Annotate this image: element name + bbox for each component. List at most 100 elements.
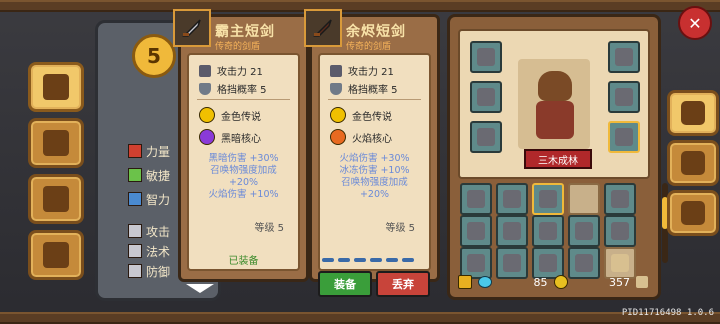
feather-icon [128,168,142,182]
lock-icon[interactable] [458,275,472,289]
stat-label: 攻击 [146,224,171,239]
equip-button[interactable]: 装备 [318,271,372,297]
tab-pets[interactable] [28,174,84,224]
tab-helmet[interactable] [28,230,84,280]
dagger-icon [615,128,633,146]
item-details: 攻击力 21 格挡概率 5 金色传说 火焰核心 火焰伤害 +30% 冰冻伤害 +… [318,53,431,271]
build-id: PID11716498 1.0.6 [621,308,714,318]
scroll-icon [636,276,648,288]
crossed-swords-icon [611,222,629,240]
scroll-icon [611,254,629,272]
sword-icon [128,224,142,238]
crossed-swords-icon [681,151,705,175]
fire-core-icon [330,129,346,145]
left-tab-column [28,62,90,286]
slot-weapon[interactable] [608,121,640,153]
scroll-down-icon[interactable] [186,284,214,293]
attack-text: 攻击力 21 [348,67,394,78]
stat-label: 敏捷 [146,168,171,183]
enhance-slider[interactable] [322,256,426,264]
book-icon [43,74,69,100]
helmet-icon [615,48,633,66]
effects-list: 黑暗伤害 +30% 召唤物强度加成 +20% 火焰伤害 +10% [189,153,298,201]
slot-ring[interactable] [470,81,502,113]
inventory-slot[interactable] [532,215,564,247]
inventory-slot[interactable] [532,183,564,215]
sword-icon [611,190,629,208]
item-details: 攻击力 21 格挡概率 5 金色传说 黑暗核心 黑暗伤害 +30% 召唤物强度加… [187,53,300,271]
set-line: 金色传说 [330,107,392,123]
parry-text: 格挡概率 5 [217,85,267,96]
effect-line: 火焰伤害 +30% [339,153,410,164]
core-text: 火焰核心 [352,133,392,145]
effect-line: 黑暗伤害 +30% [208,153,279,164]
inventory-slot[interactable] [460,183,492,215]
set-text: 金色传说 [221,111,261,123]
set-line: 金色传说 [199,107,261,123]
inventory-slot[interactable] [460,215,492,247]
inventory-slot[interactable] [604,215,636,247]
shield-icon [330,82,342,95]
sword-icon [467,222,485,240]
bone-icon [467,190,485,208]
compare-item-card: 余烬短剑 传奇的剑盾 攻击力 21 格挡概率 5 金色传说 火焰核心 火焰伤害 … [304,9,440,282]
stat-label: 智力 [146,192,171,207]
item-level: 等级 5 [254,223,284,234]
sword-icon [330,64,342,77]
ring-icon [477,88,495,106]
inventory-slot[interactable] [604,183,636,215]
gold-coin-icon [553,275,568,289]
boots-icon [539,254,557,272]
level-badge: 5 [132,34,176,78]
sword-icon [503,190,521,208]
attack-line: 攻击力 21 [199,63,263,78]
gear-icon [681,201,705,225]
bow-icon [539,222,557,240]
discard-button[interactable]: 丢弃 [376,271,430,297]
equipped-item-card: 霸主短剑 传奇的剑盾 攻击力 21 格挡概率 5 金色传说 黑暗核心 黑暗伤害 … [173,9,309,282]
inventory-slot[interactable] [568,215,600,247]
sword-icon [503,222,521,240]
attack-line: 攻击力 21 [330,63,394,78]
armor-icon [615,88,633,106]
tab-book[interactable] [28,62,84,112]
bottom-border [0,312,720,324]
tab-crafting[interactable] [28,118,84,168]
helmet-icon [681,101,705,125]
shield-icon [128,264,142,278]
sword-icon [467,254,485,272]
gem-count: 85 [533,275,548,289]
divider [328,99,421,100]
stat-label: 力量 [146,144,171,159]
character-name: 三木成林 [524,149,592,169]
inventory-slot[interactable] [496,183,528,215]
tab-skills[interactable] [667,140,719,186]
inventory-slot[interactable] [568,183,600,215]
effects-list: 火焰伤害 +30% 冰冻伤害 +10% 召唤物强度加成 +20% [320,153,429,201]
top-border [0,0,720,12]
helmet-icon [43,242,69,268]
boots-icon [477,128,495,146]
dark-core-icon [199,129,215,145]
core-line: 黑暗核心 [199,129,261,145]
gold-flame-icon [330,107,346,123]
inventory-slot[interactable] [496,215,528,247]
tab-equipment[interactable] [667,90,719,136]
close-button[interactable]: ✕ [678,6,712,40]
book-icon [128,192,142,206]
stat-label: 防御 [146,264,171,279]
slot-boots[interactable] [470,121,502,153]
slot-amulet[interactable] [470,41,502,73]
item-rarity: 传奇的剑盾 [215,42,261,52]
tab-settings[interactable] [667,190,719,236]
equipment-area: 三木成林 [458,29,650,179]
shield-icon [575,254,593,272]
core-line: 火焰核心 [330,129,392,145]
gold-count: 357 [609,275,630,289]
sword-icon [199,64,211,77]
slot-armor[interactable] [608,81,640,113]
effect-line: 召唤物强度加成 [341,177,408,188]
slot-helmet[interactable] [608,41,640,73]
slider-segment [402,258,414,262]
slider-segment [386,258,398,262]
